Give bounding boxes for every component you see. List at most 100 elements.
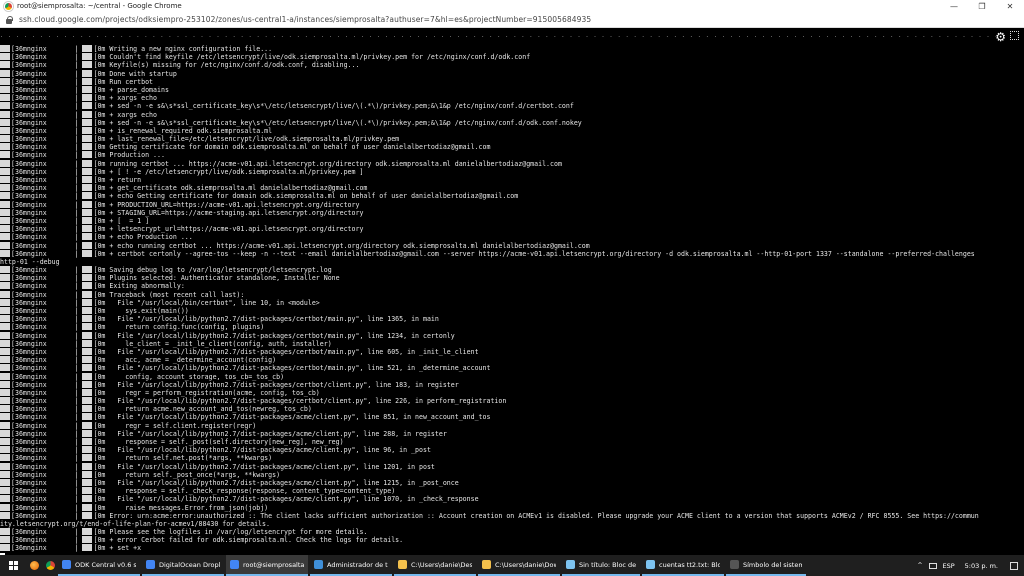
escape-glyph xyxy=(82,208,93,216)
log-prefix: [36mnginx xyxy=(11,528,75,537)
terminal-line-text: [0m + set +x xyxy=(93,544,142,553)
escape-glyph xyxy=(82,159,93,167)
terminal-line: [36mnginx | [0m raise messages.Error.fro… xyxy=(0,503,1024,512)
url-text[interactable]: ssh.cloud.google.com/projects/odksiempro… xyxy=(19,15,591,24)
log-separator: | xyxy=(74,462,83,471)
terminal-line: [36mnginx | [0m File "/usr/local/lib/pyt… xyxy=(0,478,1024,487)
terminal-toolbar: . . . . . . . . . . . . . . . . . . . . … xyxy=(0,29,1024,45)
terminal-line-text: http-01 --debug xyxy=(0,257,60,266)
terminal-output[interactable]: [36mnginx | [0m Writing a new nginx conf… xyxy=(0,45,1024,555)
escape-glyph xyxy=(0,143,10,151)
firefox-icon[interactable] xyxy=(26,555,42,576)
escape-glyph xyxy=(0,94,10,102)
escape-glyph xyxy=(82,307,93,314)
taskbar-item-label: ODK Central v0.6 setu... xyxy=(75,560,136,569)
escape-glyph xyxy=(82,290,93,298)
terminal-line-text: [0m + return xyxy=(93,176,142,184)
display-icon[interactable] xyxy=(928,562,937,569)
close-button[interactable]: ✕ xyxy=(996,0,1024,12)
terminal-line: [36mnginx | [0m Error: urn:acme:error:un… xyxy=(0,511,1024,520)
taskbar-item[interactable]: ODK Central v0.6 setu... xyxy=(58,555,140,576)
taskbar-item[interactable]: Símbolo del sistema xyxy=(726,555,806,576)
escape-glyph xyxy=(82,438,93,445)
tray-caret-icon[interactable]: ^ xyxy=(917,562,922,569)
terminal-line-text: [0m regr = perform_registration(acme, co… xyxy=(93,388,320,397)
log-separator: | xyxy=(74,249,83,258)
log-prefix: [36mnginx xyxy=(11,118,75,127)
log-prefix: [36mnginx xyxy=(11,53,75,62)
escape-glyph xyxy=(82,282,93,290)
app-icon xyxy=(482,560,491,569)
minimize-button[interactable]: — xyxy=(940,0,968,12)
chrome-taskbar-icon[interactable] xyxy=(42,555,58,576)
taskbar: ODK Central v0.6 setu... DigitalOcean Dro… xyxy=(0,555,1024,576)
terminal-line: [36mnginx | [0m Couldn't find keyfile /e… xyxy=(0,53,1024,61)
taskbar-item-label: C:\Users\danie\Deskt... xyxy=(411,560,472,569)
log-separator: | xyxy=(74,478,83,487)
terminal-line: [36mnginx | [0m File "/usr/local/lib/pyt… xyxy=(0,315,1024,323)
escape-glyph xyxy=(0,225,10,233)
taskbar-item[interactable]: C:\Users\danie\Deskt... xyxy=(394,555,476,576)
escape-glyph xyxy=(0,323,10,331)
gear-icon[interactable]: ⚙ xyxy=(995,31,1006,43)
log-separator: | xyxy=(74,143,83,152)
log-prefix: [36mnginx xyxy=(11,225,75,234)
escape-glyph xyxy=(82,380,93,388)
log-prefix: [36mnginx xyxy=(11,192,75,201)
taskbar-item[interactable]: Administrador de tare... xyxy=(310,555,392,576)
escape-glyph xyxy=(82,487,93,495)
escape-glyph xyxy=(82,110,93,118)
terminal-line-text: [0m config, account_storage, tos_cb=_tos… xyxy=(93,372,285,381)
expand-icon[interactable] xyxy=(1010,31,1019,40)
log-prefix: [36mnginx xyxy=(11,413,75,422)
log-prefix: [36mnginx xyxy=(11,405,75,414)
log-separator: | xyxy=(74,85,83,94)
escape-glyph xyxy=(0,176,10,183)
log-separator: | xyxy=(74,184,83,193)
windows-start-icon[interactable] xyxy=(0,555,26,576)
clock[interactable]: 5:03 p. m. xyxy=(965,562,998,570)
terminal-line: [36mnginx | [0m + xargs echo xyxy=(0,110,1024,119)
terminal-line-text: [0m + parse_domains xyxy=(93,85,169,94)
taskbar-item[interactable]: cuentas tt2.txt: Bloc d... xyxy=(642,555,724,576)
terminal-line: [36mnginx | [0m + echo Production ... xyxy=(0,233,1024,241)
escape-glyph xyxy=(0,274,10,282)
taskbar-item[interactable]: DigitalOcean Droplet ... xyxy=(142,555,224,576)
terminal-line-text: [0m raise messages.Error.from_json(jobj) xyxy=(93,503,269,512)
log-separator: | xyxy=(74,53,83,62)
terminal-line-text: [0m regr = self.client.register(regr) xyxy=(93,421,257,430)
restore-button[interactable]: ❐ xyxy=(968,0,996,12)
escape-glyph xyxy=(0,233,10,241)
escape-glyph xyxy=(0,151,10,159)
log-prefix: [36mnginx xyxy=(11,45,75,53)
address-bar[interactable]: ssh.cloud.google.com/projects/odksiempro… xyxy=(0,12,1024,28)
terminal-line: [36mnginx | [0m Getting certificate for … xyxy=(0,143,1024,151)
taskbar-item[interactable]: root@siemprosalta: ... xyxy=(226,555,308,576)
log-prefix: [36mnginx xyxy=(11,184,75,193)
taskbar-item[interactable]: C:\Users\danie\Down... xyxy=(478,555,560,576)
app-icon xyxy=(566,560,575,569)
escape-glyph xyxy=(0,339,10,347)
escape-glyph xyxy=(82,266,93,274)
taskbar-item-label: cuentas tt2.txt: Bloc d... xyxy=(659,560,720,569)
escape-glyph xyxy=(82,249,93,257)
log-separator: | xyxy=(74,528,83,537)
terminal-line: [36mnginx | [0m regr = self.client.regis… xyxy=(0,421,1024,430)
log-prefix: [36mnginx xyxy=(11,462,75,471)
terminal-line-text: [0m + last_renewal_file=/etc/letsencrypt… xyxy=(93,135,400,144)
language-indicator[interactable]: ESP xyxy=(943,562,955,570)
escape-glyph xyxy=(0,192,10,200)
system-tray: ^ ESP 5:03 p. m. xyxy=(917,555,1024,576)
escape-glyph xyxy=(82,364,93,372)
log-prefix: [36mnginx xyxy=(11,126,75,135)
terminal-line: [36mnginx | [0m Run certbot xyxy=(0,77,1024,86)
log-prefix: [36mnginx xyxy=(11,323,75,332)
taskbar-item[interactable]: Sin título: Bloc de notas xyxy=(562,555,640,576)
escape-glyph xyxy=(82,397,93,405)
lock-icon[interactable] xyxy=(6,15,14,24)
log-prefix: [36mnginx xyxy=(11,266,75,275)
log-prefix: [36mnginx xyxy=(11,135,75,144)
log-separator: | xyxy=(74,159,83,168)
notification-icon[interactable] xyxy=(1010,561,1018,570)
escape-glyph xyxy=(0,544,10,552)
